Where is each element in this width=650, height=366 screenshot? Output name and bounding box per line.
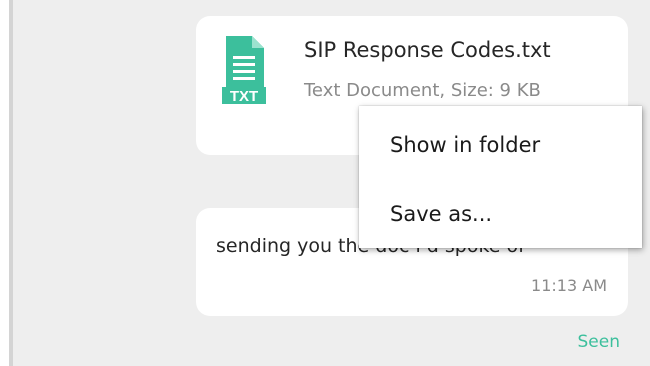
menu-item-show-in-folder[interactable]: Show in folder — [359, 112, 642, 178]
file-meta: Text Document, Size: 9 KB — [304, 80, 541, 101]
seen-status: Seen — [577, 332, 620, 352]
txt-file-icon: TXT — [222, 36, 266, 104]
context-menu: Show in folder Save as... — [359, 106, 642, 248]
txt-icon-label: TXT — [230, 88, 258, 104]
left-panel-edge — [0, 0, 13, 366]
file-name[interactable]: SIP Response Codes.txt — [304, 38, 551, 62]
message-timestamp: 11:13 AM — [531, 276, 607, 295]
menu-item-save-as[interactable]: Save as... — [359, 181, 642, 247]
